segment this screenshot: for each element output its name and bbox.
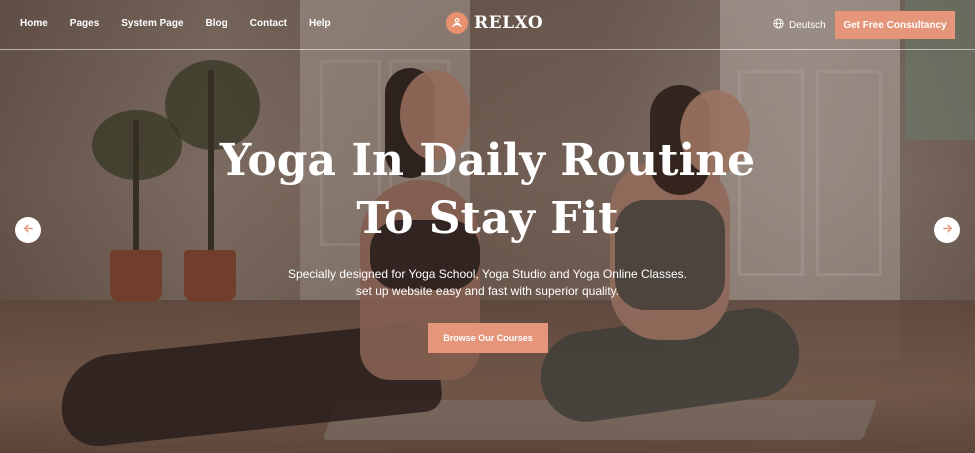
brand-name: RELXO — [474, 13, 544, 33]
brand-logo[interactable]: RELXO — [446, 12, 543, 34]
lotus-icon — [446, 12, 468, 34]
hero-subtitle: Specially designed for Yoga School, Yoga… — [0, 266, 975, 300]
nav-item-contact[interactable]: Contact — [250, 18, 287, 29]
browse-courses-button[interactable]: Browse Our Courses — [428, 323, 548, 353]
nav-item-help[interactable]: Help — [309, 18, 331, 29]
arrow-right-icon — [942, 221, 953, 239]
hero-title: Yoga In Daily Routine To Stay Fit — [0, 132, 975, 248]
hero-title-line-1: Yoga In Daily Routine — [219, 135, 756, 186]
slider-prev-button[interactable] — [15, 217, 41, 243]
language-switcher[interactable]: Deutsch — [773, 18, 826, 32]
nav-item-home[interactable]: Home — [20, 18, 48, 29]
globe-icon — [773, 18, 784, 32]
get-free-consultancy-button[interactable]: Get Free Consultancy — [835, 11, 955, 39]
site-header: Home Pages System Page Blog Contact Help… — [0, 0, 975, 50]
hero-subtitle-line-2: set up website easy and fast with superi… — [355, 284, 620, 298]
hero-subtitle-line-1: Specially designed for Yoga School, Yoga… — [288, 267, 687, 281]
hero-title-line-2: To Stay Fit — [356, 193, 619, 244]
nav-item-system-page[interactable]: System Page — [121, 18, 183, 29]
language-label: Deutsch — [789, 19, 826, 31]
nav-item-blog[interactable]: Blog — [206, 18, 228, 29]
hero-slider: Home Pages System Page Blog Contact Help… — [0, 0, 975, 453]
main-nav: Home Pages System Page Blog Contact Help — [20, 18, 353, 29]
nav-item-pages[interactable]: Pages — [70, 18, 99, 29]
slider-next-button[interactable] — [934, 217, 960, 243]
arrow-left-icon — [23, 221, 34, 239]
